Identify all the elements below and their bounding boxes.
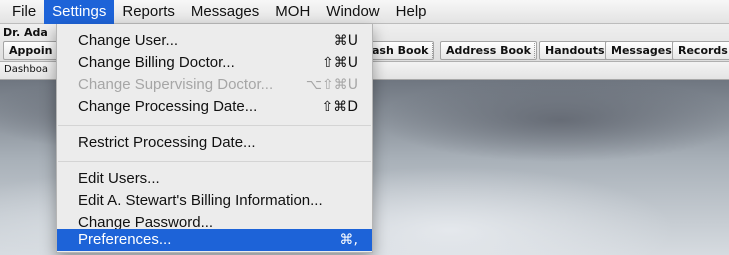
appointments-button[interactable]: Appoin: [3, 41, 59, 60]
cash-book-button[interactable]: ash Book: [367, 41, 435, 60]
menu-settings[interactable]: Settings: [44, 0, 115, 24]
menu-window[interactable]: Window: [318, 0, 387, 24]
messages-button[interactable]: Messages: [605, 41, 678, 60]
shortcut-label: ⌘,: [339, 232, 358, 248]
menu-file[interactable]: File: [4, 0, 44, 24]
menu-item-label: Change Processing Date...: [78, 98, 258, 115]
toolbar-separator: [534, 43, 535, 58]
menu-help[interactable]: Help: [388, 0, 435, 24]
doctor-label: Dr. Ada: [3, 26, 48, 39]
menu-item-label: Edit A. Stewart's Billing Information...: [78, 192, 323, 209]
tab-dashboard[interactable]: Dashboa: [4, 64, 48, 75]
records-button[interactable]: Records: [672, 41, 729, 60]
menu-separator: [58, 161, 371, 162]
menu-item-label: Change User...: [78, 32, 179, 49]
shortcut-label: ⇧⌘U: [322, 55, 358, 71]
menu-item-label: Restrict Processing Date...: [78, 134, 256, 151]
menu-item-change-processing-date[interactable]: Change Processing Date... ⇧⌘D: [57, 96, 372, 118]
menu-item-change-supervising-doctor: Change Supervising Doctor... ⌥⇧⌘U: [57, 74, 372, 96]
menu-item-label: Change Supervising Doctor...: [78, 76, 274, 93]
menu-reports[interactable]: Reports: [114, 0, 183, 24]
shortcut-label: ⌥⇧⌘U: [305, 77, 358, 93]
menu-item-change-user[interactable]: Change User... ⌘U: [57, 30, 372, 52]
menu-item-edit-users[interactable]: Edit Users...: [57, 168, 372, 190]
settings-menu: Change User... ⌘U Change Billing Doctor.…: [56, 24, 373, 253]
menu-messages[interactable]: Messages: [183, 0, 267, 24]
menu-item-edit-billing-information[interactable]: Edit A. Stewart's Billing Information...: [57, 190, 372, 212]
menu-item-change-billing-doctor[interactable]: Change Billing Doctor... ⇧⌘U: [57, 52, 372, 74]
handouts-button[interactable]: Handouts: [539, 41, 611, 60]
menu-item-label: Preferences...: [78, 231, 172, 248]
menu-bar: File Settings Reports Messages MOH Windo…: [0, 0, 729, 24]
menu-moh[interactable]: MOH: [267, 0, 318, 24]
address-book-button[interactable]: Address Book: [440, 41, 537, 60]
menu-item-label: Edit Users...: [78, 170, 160, 187]
shortcut-label: ⌘U: [333, 33, 358, 49]
shortcut-label: ⇧⌘D: [321, 99, 358, 115]
menu-separator: [58, 125, 371, 126]
toolbar-separator: [432, 43, 433, 58]
menu-item-label: Change Billing Doctor...: [78, 54, 235, 71]
menu-item-restrict-processing-date[interactable]: Restrict Processing Date...: [57, 132, 372, 154]
menu-item-preferences[interactable]: Preferences... ⌘,: [57, 229, 372, 251]
